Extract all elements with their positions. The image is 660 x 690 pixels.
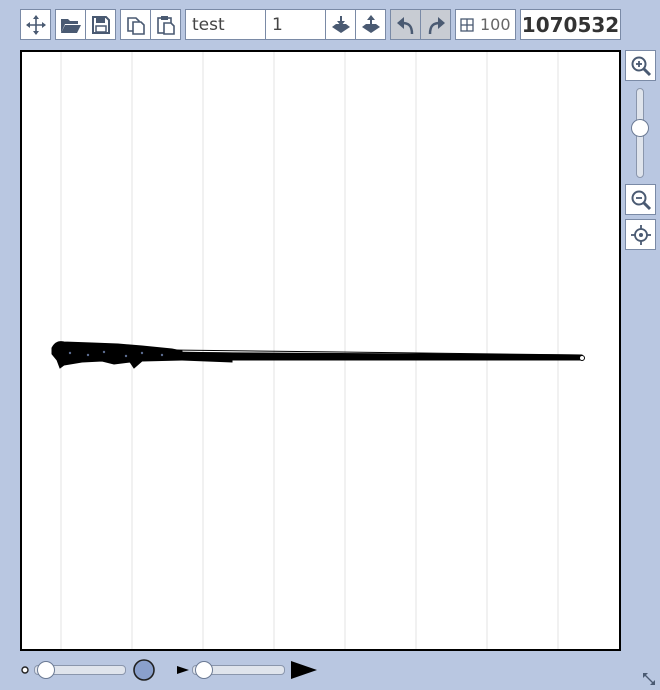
zoom-slider-handle[interactable]	[631, 119, 649, 138]
open-file-button[interactable]	[55, 9, 86, 40]
drawing-canvas[interactable]	[20, 50, 621, 651]
redo-button[interactable]	[420, 9, 451, 40]
move-arrows-icon	[25, 14, 46, 35]
grid-icon	[460, 17, 474, 32]
slow-speed-icon	[177, 666, 189, 674]
save-button[interactable]	[85, 9, 116, 40]
resize-corner-icon[interactable]	[640, 670, 658, 688]
import-button[interactable]	[325, 9, 356, 40]
floppy-disk-icon	[91, 15, 110, 34]
undo-button[interactable]	[390, 9, 421, 40]
undo-arrow-icon	[396, 16, 413, 34]
brush-size-slider-handle[interactable]	[36, 661, 55, 679]
zoom-out-button[interactable]	[625, 184, 656, 215]
speed-slider-handle[interactable]	[194, 661, 213, 679]
upload-tray-icon	[361, 14, 380, 33]
center-view-button[interactable]	[625, 219, 656, 250]
small-dot-icon	[21, 666, 29, 674]
zoom-in-icon	[631, 56, 651, 76]
copy-button[interactable]	[120, 9, 151, 40]
name-input[interactable]	[185, 9, 266, 40]
download-tray-icon	[331, 15, 350, 33]
crosshair-icon	[630, 224, 651, 245]
copy-icon	[126, 16, 145, 35]
brush-preview-circle	[133, 659, 155, 681]
fast-speed-icon	[291, 661, 317, 679]
redo-arrow-icon	[428, 16, 445, 34]
paste-icon	[156, 15, 175, 35]
export-button[interactable]	[355, 9, 386, 40]
zoom-in-button[interactable]	[625, 50, 656, 81]
index-input[interactable]	[265, 9, 326, 40]
stroke-path	[51, 341, 585, 369]
canvas-drawing	[51, 52, 585, 649]
grid-size-value: 100	[480, 15, 511, 34]
zoom-out-icon	[631, 190, 651, 210]
grid-size-field[interactable]: 100	[455, 9, 516, 40]
paste-button[interactable]	[150, 9, 181, 40]
point-counter: 1070532	[520, 9, 621, 40]
folder-open-icon	[60, 18, 81, 33]
move-tool-button[interactable]	[20, 9, 51, 40]
